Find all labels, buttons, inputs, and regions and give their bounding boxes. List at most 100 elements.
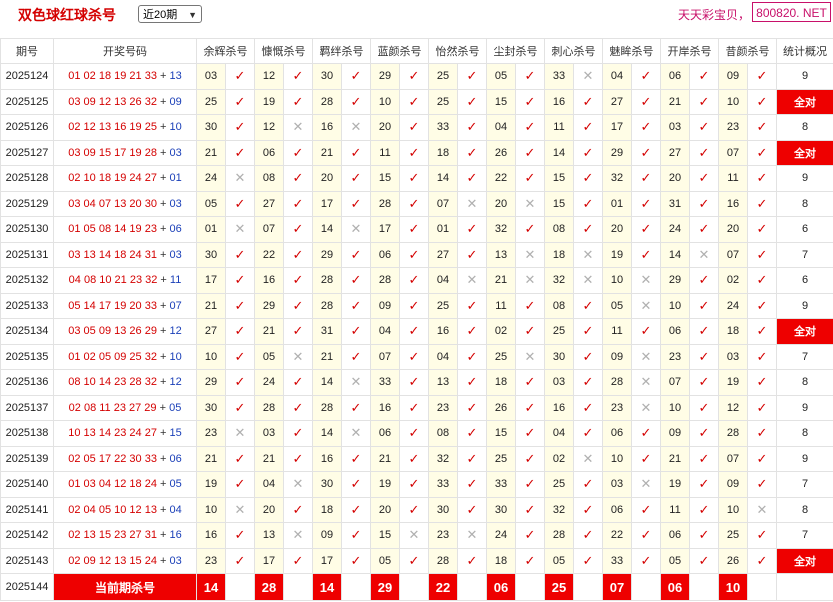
empty-cell <box>341 573 371 601</box>
current-row: 2025144 当前期杀号 14 28 14 29 22 06 25 07 06 10 <box>0 573 833 601</box>
stat-cell: 8 <box>776 496 833 523</box>
check-icon: ✓ <box>399 318 429 345</box>
check-icon: ✓ <box>515 420 545 447</box>
kill-number: 07 <box>718 241 748 268</box>
kill-number: 30 <box>196 394 226 421</box>
kill-number: 20 <box>312 165 342 192</box>
check-icon: ✓ <box>457 496 487 523</box>
slogan-text[interactable]: 天天彩宝贝， <box>678 6 750 23</box>
check-icon: ✓ <box>283 63 313 90</box>
check-icon: ✓ <box>399 114 429 141</box>
blue-ball: 05 <box>169 478 182 491</box>
check-icon: ✓ <box>573 471 603 498</box>
check-icon: ✓ <box>457 343 487 370</box>
kill-number: 19 <box>660 471 690 498</box>
issue-cell: 2025130 <box>0 216 54 243</box>
stat-cell: 7 <box>776 241 833 268</box>
check-icon: ✓ <box>283 394 313 421</box>
current-kill-number: 10 <box>718 573 748 601</box>
table-row: 2025139 02 05 17 22 30 33 + 06 21 ✓ 21 ✓ 16 ✓ 21… <box>0 445 833 472</box>
current-kill-number: 28 <box>254 573 284 601</box>
check-icon: ✓ <box>515 522 545 549</box>
issue-cell: 2025133 <box>0 292 54 319</box>
kill-number: 21 <box>312 343 342 370</box>
cross-icon: ✕ <box>457 190 487 217</box>
check-icon: ✓ <box>747 522 777 549</box>
kill-number: 26 <box>718 547 748 574</box>
cross-icon: ✕ <box>515 241 545 268</box>
check-icon: ✓ <box>457 394 487 421</box>
draw-cell: 03 05 09 13 26 29 + 12 <box>53 318 197 345</box>
kill-number: 16 <box>196 522 226 549</box>
draw-cell: 03 13 14 18 24 31 + 03 <box>53 241 197 268</box>
draw-cell: 03 09 15 17 19 28 + 03 <box>53 139 197 166</box>
check-icon: ✓ <box>341 522 371 549</box>
col-header-kill: 开岸杀号 <box>660 38 719 64</box>
issue-cell: 2025139 <box>0 445 54 472</box>
kill-number: 09 <box>718 471 748 498</box>
check-icon: ✓ <box>283 445 313 472</box>
check-icon: ✓ <box>631 241 661 268</box>
red-balls: 02 10 18 19 24 27 <box>68 172 157 185</box>
kill-number: 05 <box>196 190 226 217</box>
check-icon: ✓ <box>747 139 777 166</box>
red-balls: 02 08 11 23 27 29 <box>68 401 157 414</box>
check-icon: ✓ <box>747 471 777 498</box>
check-icon: ✓ <box>689 318 719 345</box>
table-row: 2025141 02 04 05 10 12 13 + 04 10 ✕ 20 ✓ 18 ✓ 20… <box>0 496 833 523</box>
kill-number: 10 <box>718 496 748 523</box>
current-kill-number: 25 <box>544 573 574 601</box>
empty-cell <box>515 573 545 601</box>
cross-icon: ✕ <box>225 496 255 523</box>
draw-cell: 02 12 13 16 19 25 + 10 <box>53 114 197 141</box>
check-icon: ✓ <box>457 63 487 90</box>
check-icon: ✓ <box>399 547 429 574</box>
empty-cell <box>283 573 313 601</box>
site-badge[interactable]: 800820. NET <box>752 2 831 22</box>
kill-number: 27 <box>254 190 284 217</box>
stat-cell: 全对 <box>776 547 833 574</box>
check-icon: ✓ <box>225 63 255 90</box>
kill-number: 14 <box>312 420 342 447</box>
kill-number: 19 <box>602 241 632 268</box>
check-icon: ✓ <box>225 114 255 141</box>
kill-number: 03 <box>196 63 226 90</box>
check-icon: ✓ <box>283 190 313 217</box>
table-row: 2025124 01 02 18 19 21 33 + 13 03 ✓ 12 ✓ 30 ✓ 29… <box>0 63 833 90</box>
period-select[interactable]: 近20期 ▼ <box>138 5 202 23</box>
table-row: 2025127 03 09 15 17 19 28 + 03 21 ✓ 06 ✓ 21 ✓ 11… <box>0 139 833 166</box>
stat-cell: 9 <box>776 394 833 421</box>
check-icon: ✓ <box>225 241 255 268</box>
kill-number: 27 <box>602 88 632 115</box>
red-balls: 02 05 17 22 30 33 <box>68 452 157 465</box>
current-kill-number: 14 <box>312 573 342 601</box>
stat-cell: 全对 <box>776 318 833 345</box>
blue-ball: 10 <box>169 121 182 134</box>
col-header-stat: 统计概况 <box>776 38 833 64</box>
check-icon: ✓ <box>341 394 371 421</box>
issue-cell: 2025140 <box>0 471 54 498</box>
cross-icon: ✕ <box>689 241 719 268</box>
kill-number: 28 <box>370 190 400 217</box>
check-icon: ✓ <box>457 114 487 141</box>
draw-cell: 05 14 17 19 20 33 + 07 <box>53 292 197 319</box>
check-icon: ✓ <box>341 190 371 217</box>
red-balls: 01 03 04 12 18 24 <box>68 478 157 491</box>
kill-number: 17 <box>312 190 342 217</box>
blue-ball: 11 <box>169 274 182 287</box>
red-balls: 03 05 09 13 26 29 <box>68 325 157 338</box>
check-icon: ✓ <box>689 216 719 243</box>
draw-cell: 03 04 07 13 20 30 + 03 <box>53 190 197 217</box>
red-balls: 05 14 17 19 20 33 <box>68 299 157 312</box>
cross-icon: ✕ <box>631 343 661 370</box>
kill-number: 06 <box>660 522 690 549</box>
check-icon: ✓ <box>573 369 603 396</box>
kill-number: 25 <box>428 88 458 115</box>
check-icon: ✓ <box>225 267 255 294</box>
check-icon: ✓ <box>573 292 603 319</box>
kill-number: 29 <box>312 241 342 268</box>
check-icon: ✓ <box>573 522 603 549</box>
red-balls: 02 09 12 13 15 24 <box>68 554 157 567</box>
kill-number: 29 <box>602 139 632 166</box>
kill-number: 16 <box>428 318 458 345</box>
